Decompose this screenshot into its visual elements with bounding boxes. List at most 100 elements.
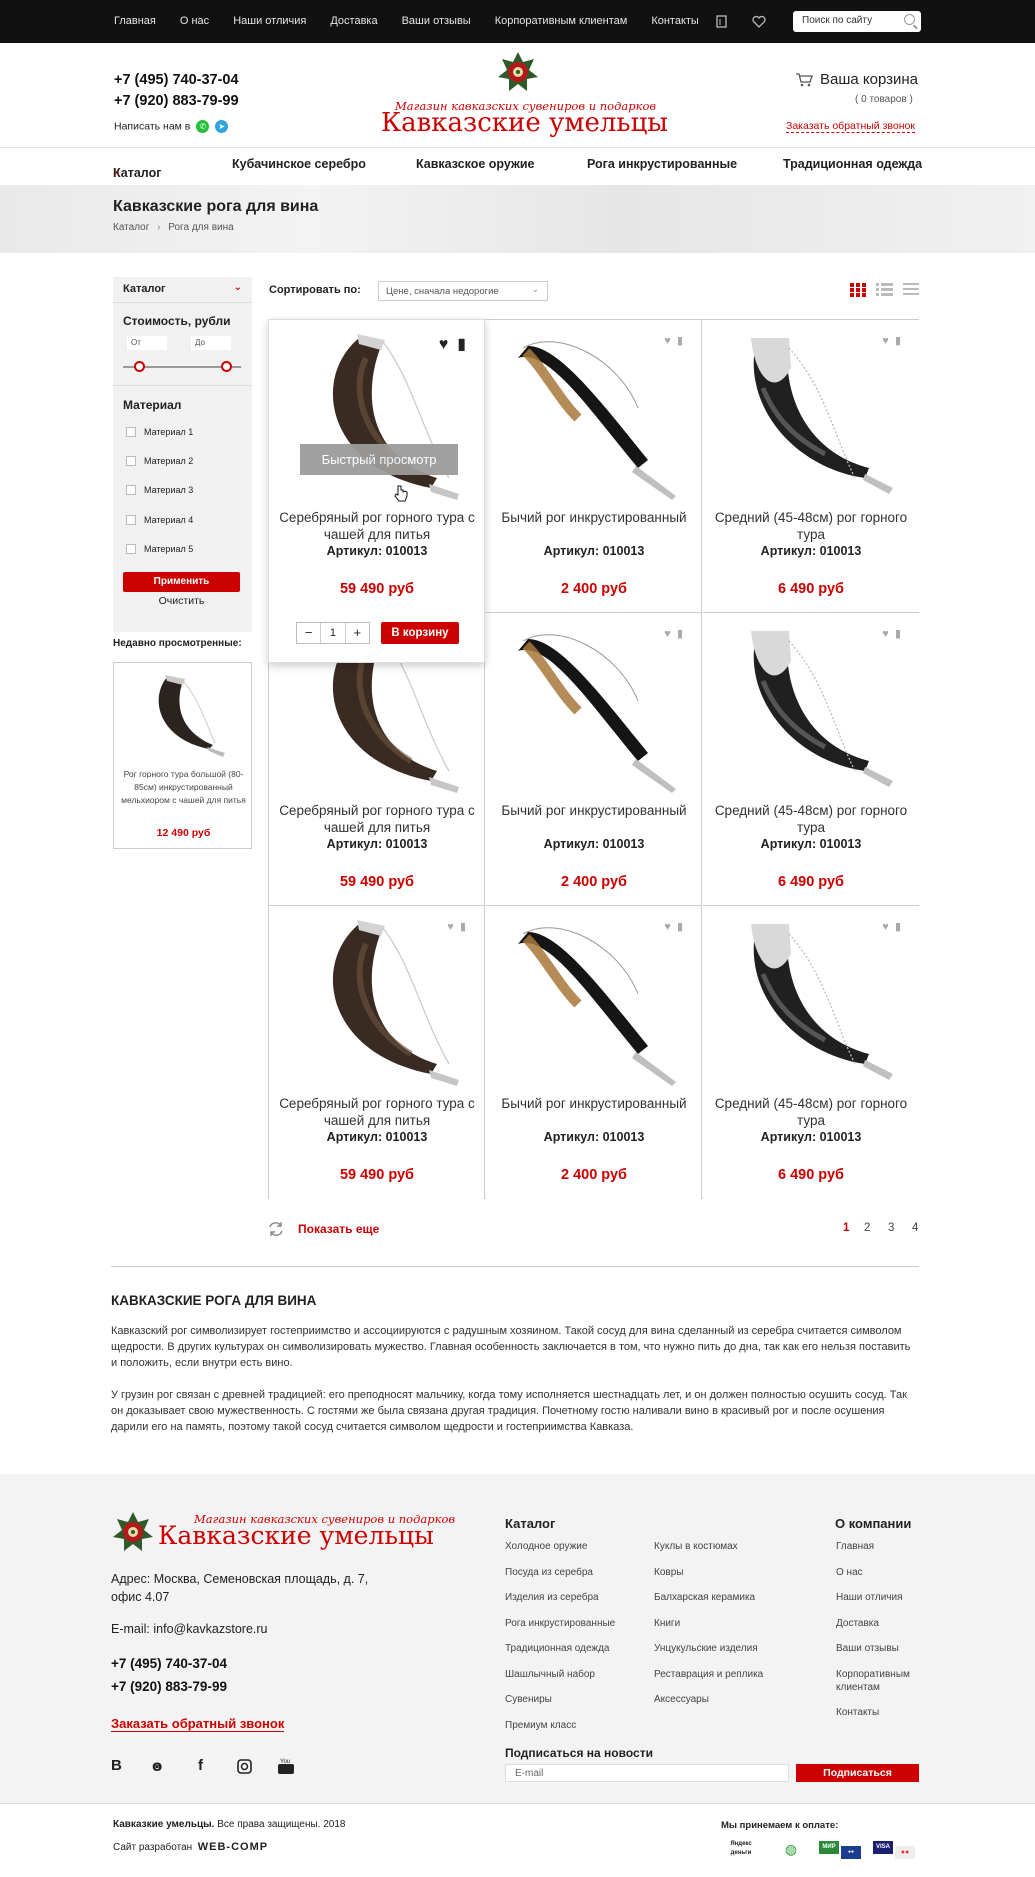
compare-bars-icon[interactable]: ▮: [677, 335, 683, 347]
product-card[interactable]: ♥ ▮ Средний (45-48см) рог горного тура Арт…: [703, 906, 919, 1199]
nav-item-clothing[interactable]: Традиционная одежда: [783, 157, 922, 171]
footer-callback-link[interactable]: Заказать обратный звонок: [111, 1716, 285, 1732]
product-name[interactable]: Серебряный рог горного тура с чашей для …: [277, 802, 477, 836]
search-input[interactable]: Поиск по сайту: [793, 11, 921, 32]
topnav-item-about[interactable]: О нас: [180, 15, 209, 27]
subscribe-button[interactable]: Подписаться: [796, 1764, 919, 1782]
facebook-icon[interactable]: f: [198, 1757, 203, 1774]
topnav-item-features[interactable]: Наши отличия: [233, 15, 306, 27]
footer-link[interactable]: Ваши отзывы: [836, 1642, 931, 1655]
product-image[interactable]: [498, 621, 688, 796]
product-image[interactable]: [715, 621, 905, 796]
developer-logo[interactable]: WEB-COMP: [198, 1841, 268, 1853]
page-link-4[interactable]: 4: [912, 1222, 918, 1234]
compare-bars-icon[interactable]: ▮: [460, 921, 466, 933]
recently-viewed-item[interactable]: Рог горного тура большой (80-85см) инкру…: [113, 662, 252, 849]
footer-phone-1[interactable]: +7 (495) 740-37-04: [111, 1656, 227, 1671]
price-slider-max-handle[interactable]: [221, 361, 232, 372]
search-icon[interactable]: [904, 14, 915, 25]
compare-bars-icon[interactable]: ▮: [895, 335, 901, 347]
odnoklassniki-icon[interactable]: ꙩ: [152, 1757, 162, 1775]
material-checkbox-3[interactable]: [126, 485, 136, 495]
product-card-hover[interactable]: ♥ ▮ Быстрый просмотр Серебряный рог горн…: [268, 319, 485, 663]
header-phone-1[interactable]: +7 (495) 740-37-04: [114, 72, 239, 88]
product-name[interactable]: Серебряный рог горного тура с чашей для …: [277, 509, 477, 543]
compare-icon[interactable]: [716, 15, 728, 28]
header-phone-2[interactable]: +7 (920) 883-79-99: [114, 93, 239, 109]
footer-link[interactable]: Сувениры: [505, 1693, 655, 1706]
footer-link[interactable]: Рога инкрустированные: [505, 1617, 655, 1630]
quick-view-button[interactable]: Быстрый просмотр: [300, 444, 458, 475]
cart-icon[interactable]: [795, 73, 813, 87]
product-name[interactable]: Бычий рог инкрустированный: [494, 509, 694, 526]
topnav-item-corporate[interactable]: Корпоративным клиентам: [495, 15, 628, 27]
product-name[interactable]: Бычий рог инкрустированный: [494, 802, 694, 819]
footer-link[interactable]: Аксессуары: [654, 1693, 804, 1706]
footer-logo-title[interactable]: Кавказские умельцы: [158, 1521, 434, 1550]
nav-item-horns[interactable]: Рога инкрустированные: [587, 157, 737, 171]
wishlist-heart-icon[interactable]: ♥: [882, 628, 889, 640]
wishlist-heart-icon[interactable]: ♥: [664, 921, 671, 933]
product-name[interactable]: Средний (45-48см) рог горного тура: [711, 802, 911, 836]
compare-bars-icon[interactable]: ▮: [895, 628, 901, 640]
product-image[interactable]: [715, 328, 905, 503]
compare-bars-icon[interactable]: ▮: [677, 921, 683, 933]
sort-select[interactable]: Цене, сначала недорогие ⌄: [378, 281, 548, 301]
product-card[interactable]: ♥ ▮ Бычий рог инкрустированный Артикул: 01…: [486, 613, 702, 906]
instagram-icon[interactable]: [237, 1759, 252, 1774]
add-to-cart-button[interactable]: В корзину: [381, 622, 459, 644]
price-to-input[interactable]: До: [191, 336, 231, 350]
page-link-3[interactable]: 3: [888, 1222, 894, 1234]
compare-bars-icon[interactable]: ▮: [677, 628, 683, 640]
clear-filter-button[interactable]: Очистить: [123, 595, 240, 607]
product-card[interactable]: ♥ ▮ Серебряный рог горного тура с чашей д…: [269, 906, 485, 1199]
material-checkbox-4[interactable]: [126, 515, 136, 525]
product-card[interactable]: ♥ ▮ Бычий рог инкрустированный Артикул: 01…: [486, 906, 702, 1199]
product-card[interactable]: ♥ ▮ Средний (45-48см) рог горного тура Арт…: [703, 320, 919, 613]
apply-filter-button[interactable]: Применить: [123, 572, 240, 592]
footer-link[interactable]: Главная: [836, 1540, 931, 1553]
topnav-item-reviews[interactable]: Ваши отзывы: [402, 15, 471, 27]
product-card[interactable]: ♥ ▮ Бычий рог инкрустированный Артикул: 01…: [486, 320, 702, 613]
qty-input[interactable]: 1: [320, 623, 346, 643]
wishlist-heart-icon[interactable]: ♥: [882, 335, 889, 347]
footer-link[interactable]: Традиционная одежда: [505, 1642, 655, 1655]
footer-link[interactable]: О нас: [836, 1566, 931, 1579]
qty-plus-button[interactable]: +: [346, 623, 369, 643]
product-name[interactable]: Средний (45-48см) рог горного тура: [711, 1095, 911, 1129]
topnav-item-home[interactable]: Главная: [114, 15, 156, 27]
nav-item-weapons[interactable]: Кавказское оружие: [416, 157, 535, 171]
footer-link[interactable]: Реставрация и реплика: [654, 1668, 804, 1681]
product-name[interactable]: Бычий рог инкрустированный: [494, 1095, 694, 1112]
product-image[interactable]: [715, 914, 905, 1089]
product-card[interactable]: ♥ ▮ Средний (45-48см) рог горного тура Арт…: [703, 613, 919, 906]
footer-phone-2[interactable]: +7 (920) 883-79-99: [111, 1679, 227, 1694]
youtube-icon[interactable]: You: [278, 1757, 294, 1774]
product-name[interactable]: Средний (45-48см) рог горного тура: [711, 509, 911, 543]
page-link-2[interactable]: 2: [864, 1222, 870, 1234]
price-slider-min-handle[interactable]: [134, 361, 145, 372]
footer-link[interactable]: Корпоративным клиентам: [836, 1668, 931, 1694]
wishlist-heart-icon[interactable]: ♥: [664, 628, 671, 640]
footer-link[interactable]: Изделия из серебра: [505, 1591, 655, 1604]
product-image[interactable]: [498, 914, 688, 1089]
sidebar-catalog-toggle[interactable]: Каталог ⌄: [113, 277, 252, 303]
product-image[interactable]: [281, 914, 471, 1089]
product-image[interactable]: [498, 328, 688, 503]
material-checkbox-2[interactable]: [126, 456, 136, 466]
wishlist-heart-icon[interactable]: ♥: [664, 335, 671, 347]
footer-link[interactable]: Балхарская керамика: [654, 1591, 804, 1604]
grid-view-icon[interactable]: [850, 283, 866, 297]
breadcrumb-catalog[interactable]: Каталог: [113, 222, 149, 233]
footer-link[interactable]: Ковры: [654, 1566, 804, 1579]
footer-link[interactable]: Куклы в костюмах: [654, 1540, 804, 1553]
nav-item-silver[interactable]: Кубачинское серебро: [232, 157, 366, 171]
footer-email[interactable]: E-mail: info@kavkazstore.ru: [111, 1620, 268, 1638]
footer-link[interactable]: Холодное оружие: [505, 1540, 655, 1553]
list-view-icon[interactable]: [876, 283, 893, 297]
compare-bars-icon[interactable]: ▮: [457, 336, 466, 353]
compact-view-icon[interactable]: [903, 283, 919, 297]
whatsapp-icon[interactable]: ✆: [196, 120, 210, 133]
logo-title[interactable]: Кавказские умельцы: [381, 108, 668, 138]
footer-link[interactable]: Шашлычный набор: [505, 1668, 655, 1681]
